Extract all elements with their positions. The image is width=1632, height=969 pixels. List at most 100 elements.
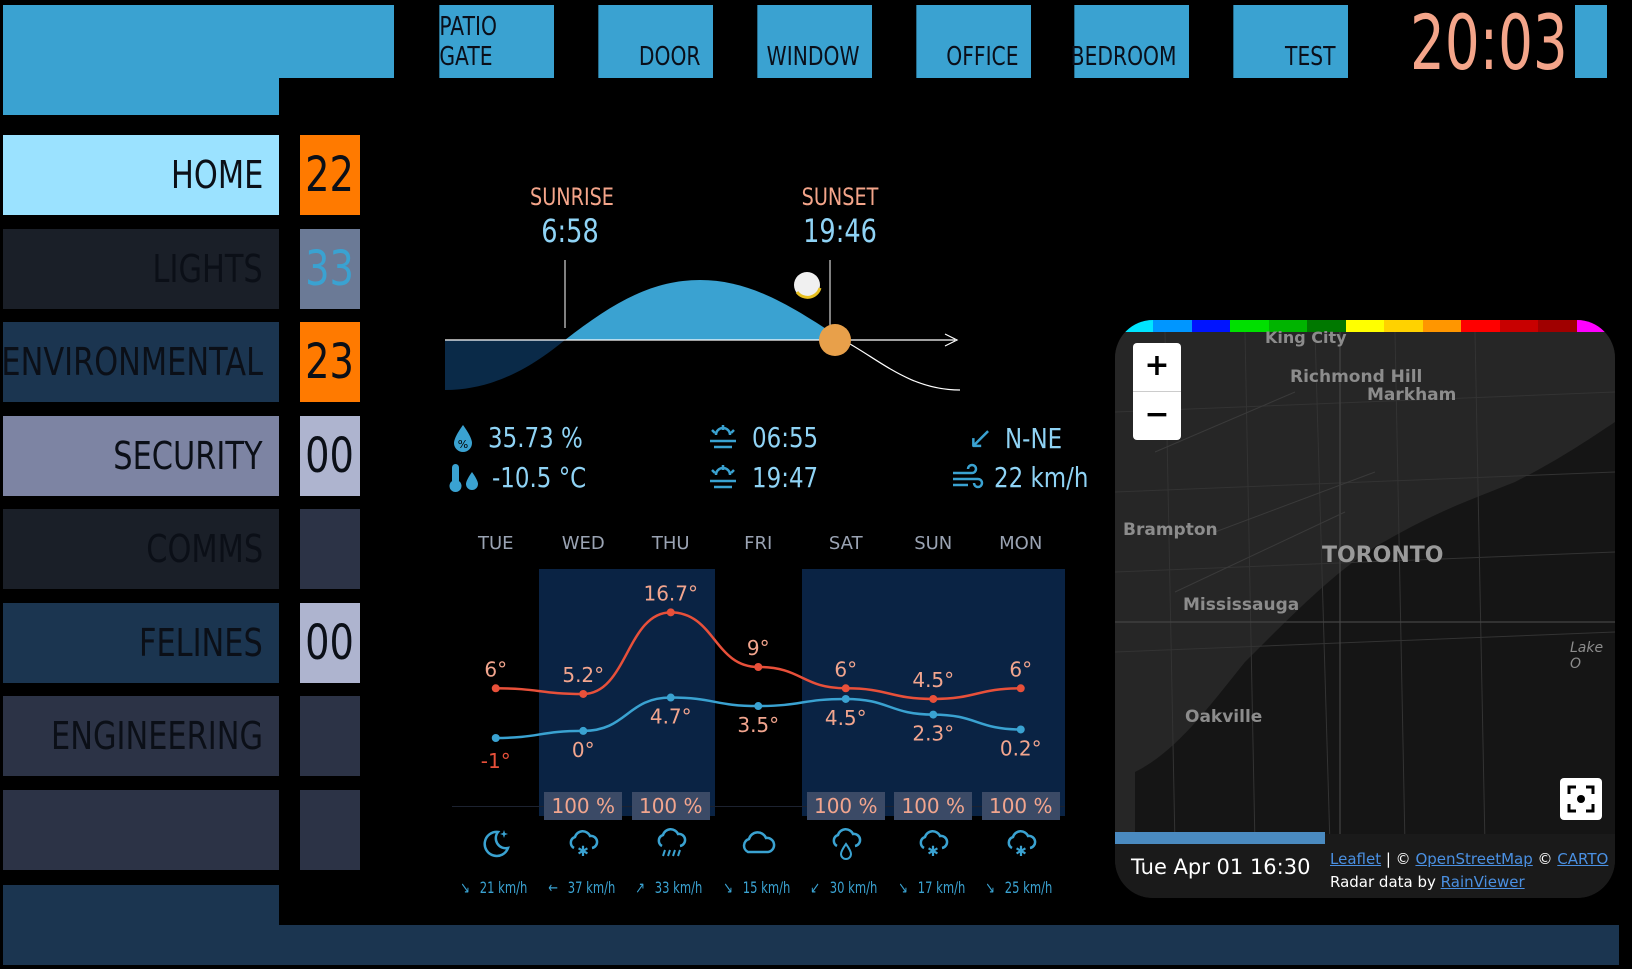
radar-legend-swatch	[1230, 320, 1269, 332]
radar-legend-swatch	[1153, 320, 1192, 332]
frame-elbow-top	[3, 78, 279, 115]
radar-timestamp: Tue Apr 01 16:30	[1131, 855, 1311, 879]
forecast-wind: ↘ 17 km/h	[897, 878, 966, 897]
wind-arrow-icon: ↘	[897, 878, 908, 897]
zoom-out-button[interactable]: −	[1133, 392, 1181, 440]
door-button-door[interactable]: DOOR	[598, 5, 713, 78]
frame-bottom-bar	[279, 925, 1619, 965]
temperature-chart: 6° 5.2° 16.7° 9° 6° 4.5° 6° -1° 0° 4.7° 3.5° 4.5° 2.…	[481, 581, 1042, 773]
forecast-wind: ↗ 33 km/h	[635, 878, 703, 897]
radar-color-legend	[1115, 320, 1615, 332]
zoom-in-button[interactable]: +	[1133, 343, 1181, 392]
sunset-icon	[710, 464, 736, 488]
wind-speed-stat: 22 km/h	[950, 461, 1109, 494]
sunrise-time: 6:58	[541, 212, 599, 250]
temperature-stat: -10.5 °C	[446, 461, 607, 494]
high-temp-label: 6°	[484, 657, 507, 681]
svg-text:✱: ✱	[577, 844, 589, 860]
door-button-office[interactable]: OFFICE	[916, 5, 1031, 78]
cloud-snow-icon: ✱	[565, 826, 601, 862]
low-temp-point	[579, 726, 588, 735]
sidebar-count-lights: 33	[300, 228, 360, 309]
door-button-bedroom[interactable]: BEDROOM	[1071, 5, 1189, 78]
low-temp-point	[666, 693, 675, 702]
cloud-snow-icon: ✱	[915, 826, 951, 862]
night-area	[445, 340, 565, 390]
carto-link[interactable]: CARTO	[1557, 850, 1608, 868]
next-sunrise-stat: 06:55	[706, 421, 833, 454]
sidebar-count-security: 00	[300, 415, 360, 496]
sunset-time: 19:46	[803, 212, 877, 250]
osm-link[interactable]: OpenStreetMap	[1415, 850, 1532, 868]
sidebar-item-engineering[interactable]: ENGINEERING	[3, 696, 279, 776]
high-temp-label: 6°	[834, 657, 857, 681]
radar-legend-swatch	[1576, 320, 1615, 332]
radar-legend-swatch	[1422, 320, 1462, 332]
sidebar-count-empty	[300, 789, 360, 870]
low-temp-point	[841, 694, 850, 703]
low-temp-label: -1°	[481, 749, 511, 773]
map-label-brampton: Brampton	[1123, 520, 1218, 540]
wind-direction-icon: ↙	[968, 421, 994, 456]
sidebar-item-security[interactable]: SECURITY	[3, 415, 279, 496]
map-tiles	[1115, 332, 1615, 846]
high-temp-point	[491, 684, 500, 693]
wind-arrow-icon: ↙	[810, 878, 821, 897]
precip-chance: 100 %	[806, 792, 885, 820]
high-temp-label: 6°	[1009, 657, 1032, 681]
wind-arrow-icon: ←	[547, 878, 558, 897]
sidebar-count-home: 22	[300, 135, 360, 215]
frame-top-left	[3, 5, 394, 78]
low-temp-label: 0°	[572, 738, 595, 762]
clock: 20:03	[1410, 0, 1568, 87]
svg-text:✱: ✱	[927, 844, 939, 860]
cloud-rain-icon	[653, 826, 689, 862]
high-temp-label: 16.7°	[643, 581, 698, 605]
map-label-richmond-hill: Richmond Hill	[1290, 367, 1423, 387]
door-button-patio-gate[interactable]: PATIO GATE	[439, 5, 554, 78]
sidebar-item-lights[interactable]: LIGHTS	[3, 228, 279, 309]
svg-text:%: %	[458, 438, 468, 451]
low-temp-point	[754, 702, 763, 711]
sunrise-label: SUNRISE	[530, 183, 614, 211]
radar-legend-swatch	[1538, 320, 1577, 332]
rainviewer-link[interactable]: RainViewer	[1441, 873, 1525, 891]
sidebar-count-environmental: 23	[300, 322, 360, 402]
leaflet-link[interactable]: Leaflet	[1330, 850, 1381, 868]
low-temp-point	[929, 710, 938, 719]
radar-map[interactable]: King City Richmond Hill Markham Brampton…	[1115, 320, 1615, 898]
sunrise-icon	[710, 424, 736, 448]
radar-legend-swatch	[1345, 320, 1385, 332]
sidebar-item-empty[interactable]	[3, 789, 279, 870]
low-temp-label: 4.7°	[650, 705, 692, 729]
sidebar-item-felines[interactable]: FELINES	[3, 602, 279, 683]
wind-arrow-icon: ↘	[460, 878, 471, 897]
sun-curve	[842, 339, 961, 391]
cloud-icon	[740, 826, 776, 862]
sidebar-item-comms[interactable]: COMMS	[3, 509, 279, 589]
precip-chance: 100 %	[894, 792, 973, 820]
radar-progress-bar[interactable]	[1115, 832, 1325, 844]
frame-top-right-cap	[1575, 5, 1607, 78]
door-button-window[interactable]: WINDOW	[757, 5, 872, 78]
forecast-wind: ↘ 25 km/h	[985, 878, 1053, 897]
sidebar-item-environmental[interactable]: ENVIRONMENTAL	[1, 322, 279, 402]
cloud-drop-icon	[828, 826, 864, 862]
map-label-toronto: TORONTO	[1322, 543, 1444, 568]
sidebar-count-felines: 00	[300, 602, 360, 683]
map-label-lake-ontario: Lake O	[1570, 640, 1604, 672]
forecast-day: SUN	[914, 533, 953, 554]
forecast-wind: ← 37 km/h	[547, 878, 616, 897]
sun-dot	[819, 324, 851, 356]
sidebar-item-home[interactable]: HOME	[3, 135, 279, 215]
humidity-icon: %	[454, 424, 472, 452]
cloud-snow-icon: ✱	[1003, 826, 1039, 862]
fullscreen-button[interactable]	[1560, 778, 1602, 820]
forecast-day: WED	[561, 533, 605, 554]
thermometer-icon	[449, 463, 478, 492]
door-button-test[interactable]: TEST	[1233, 5, 1348, 78]
next-sunset-stat: 19:47	[706, 461, 833, 494]
wind-direction-stat: ↙ N-NE	[968, 421, 1063, 456]
low-temp-label: 3.5°	[737, 713, 779, 737]
forecast-day: TUE	[477, 533, 514, 554]
